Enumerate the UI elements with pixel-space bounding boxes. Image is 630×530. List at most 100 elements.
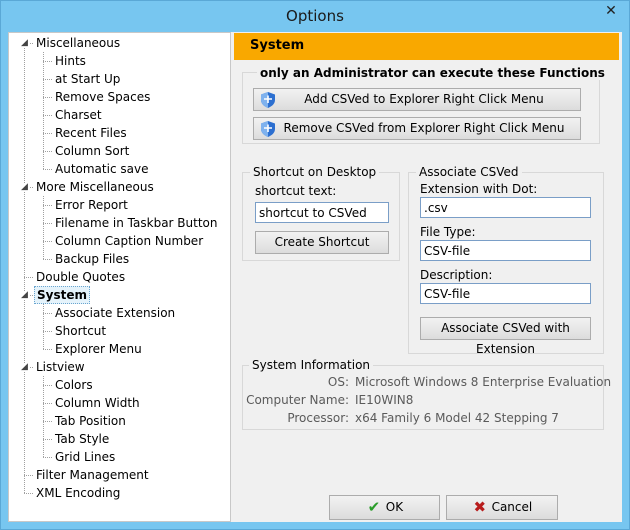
tree-connector-line (43, 385, 52, 386)
shield-icon (261, 121, 275, 137)
tree-item-tab-position[interactable]: Tab Position (53, 412, 128, 430)
extension-input[interactable] (420, 197, 591, 218)
create-shortcut-button[interactable]: Create Shortcut (255, 231, 389, 254)
tree-item-recent-files[interactable]: Recent Files (53, 124, 129, 142)
section-header: System (234, 33, 619, 60)
tree-item-miscellaneous[interactable]: Miscellaneous (34, 34, 122, 52)
associate-extension-button[interactable]: Associate CSVed with Extension (420, 317, 591, 356)
cancel-button[interactable]: ✖ Cancel (446, 495, 558, 520)
os-label: OS: (327, 375, 349, 389)
description-input[interactable] (420, 283, 591, 304)
tree-item-double-quotes[interactable]: Double Quotes (34, 268, 127, 286)
processor-label: Processor: (287, 411, 349, 425)
tree-item-backup-files[interactable]: Backup Files (53, 250, 131, 268)
admin-group: only an Administrator can execute these … (242, 66, 608, 144)
collapse-icon[interactable]: ◢ (20, 39, 29, 48)
system-info-group-label: System Information (249, 358, 374, 372)
tree-child-line (43, 304, 44, 349)
ok-label: OK (385, 500, 404, 514)
tree-connector-line (43, 241, 52, 242)
tree-connector-line (43, 223, 52, 224)
ok-button[interactable]: ✔ OK (329, 495, 440, 520)
associate-group: Associate CSVed Extension with Dot: File… (408, 165, 604, 356)
tree-connector-line (43, 349, 52, 350)
x-icon: ✖ (473, 498, 487, 516)
tree-item-error-report[interactable]: Error Report (53, 196, 130, 214)
system-info-group: System Information OS: Microsoft Windows… (242, 358, 611, 430)
tree-item-tab-style[interactable]: Tab Style (53, 430, 111, 448)
tree-item-explorer-menu[interactable]: Explorer Menu (53, 340, 144, 358)
collapse-icon[interactable]: ◢ (20, 363, 29, 372)
tree-item-listview[interactable]: Listview (34, 358, 87, 376)
tree-item-column-width[interactable]: Column Width (53, 394, 142, 412)
tree-connector-line (43, 421, 52, 422)
tree-connector-line (24, 277, 33, 278)
options-window: Options ✕ Miscellaneous ◢ Hints at Start Up… (0, 0, 630, 530)
computer-name-value: IE10WIN8 (355, 393, 414, 407)
tree-connector-line (43, 457, 52, 458)
add-explorer-menu-label: Add CSVed to Explorer Right Click Menu (304, 92, 544, 106)
check-icon: ✔ (367, 498, 381, 516)
tree-item-more-miscellaneous[interactable]: More Miscellaneous (34, 178, 156, 196)
tree-item-filename-in-taskbar-button[interactable]: Filename in Taskbar Button (53, 214, 220, 232)
shortcut-text-label: shortcut text: (255, 184, 337, 198)
close-button[interactable]: ✕ (599, 2, 623, 21)
tree-item-grid-lines[interactable]: Grid Lines (53, 448, 117, 466)
shield-icon (261, 92, 275, 108)
tree-child-line (43, 376, 44, 457)
tree-item-filter-management[interactable]: Filter Management (34, 466, 151, 484)
file-type-label: File Type: (420, 225, 476, 239)
tree-connector-line (43, 133, 52, 134)
title-bar[interactable]: Options ✕ (1, 1, 629, 32)
tree-connector-line (43, 79, 52, 80)
shortcut-group-label: Shortcut on Desktop (250, 165, 380, 179)
associate-group-label: Associate CSVed (416, 165, 522, 179)
tree-item-column-sort[interactable]: Column Sort (53, 142, 131, 160)
cancel-label: Cancel (491, 500, 533, 514)
window-title: Options (286, 7, 344, 25)
tree-connector-line (43, 439, 52, 440)
tree-connector-line (43, 331, 52, 332)
tree-connector-line (43, 97, 52, 98)
remove-explorer-menu-label: Remove CSVed from Explorer Right Click M… (283, 121, 565, 135)
tree-connector-line (24, 475, 33, 476)
os-value: Microsoft Windows 8 Enterprise Evaluatio… (355, 375, 612, 389)
collapse-icon[interactable]: ◢ (20, 183, 29, 192)
tree-connector-line (43, 169, 52, 170)
shortcut-text-input[interactable] (255, 202, 389, 223)
tree-connector-line (43, 403, 52, 404)
dialog-buttons: ✔ OK ✖ Cancel (234, 492, 622, 522)
tree-item-associate-extension[interactable]: Associate Extension (53, 304, 177, 322)
add-explorer-menu-button[interactable]: Add CSVed to Explorer Right Click Menu (253, 88, 581, 111)
tree-item-at-start-up[interactable]: at Start Up (53, 70, 122, 88)
tree-item-system[interactable]: System (34, 286, 90, 304)
tree-connector-line (43, 205, 52, 206)
tree-connector-line (43, 259, 52, 260)
tree-trunk-line (24, 43, 25, 493)
file-type-input[interactable] (420, 240, 591, 261)
tree-item-column-caption-number[interactable]: Column Caption Number (53, 232, 205, 250)
tree-connector-line (43, 115, 52, 116)
tree-item-xml-encoding[interactable]: XML Encoding (34, 484, 122, 502)
extension-label: Extension with Dot: (420, 182, 538, 196)
tree-connector-line (43, 313, 52, 314)
tree-item-hints[interactable]: Hints (53, 52, 88, 70)
shortcut-group: Shortcut on Desktop shortcut text: Creat… (242, 165, 400, 261)
tree-item-automatic-save[interactable]: Automatic save (53, 160, 150, 178)
remove-explorer-menu-button[interactable]: Remove CSVed from Explorer Right Click M… (253, 117, 581, 140)
description-label: Description: (420, 268, 493, 282)
tree-item-remove-spaces[interactable]: Remove Spaces (53, 88, 152, 106)
client-area: Miscellaneous ◢ Hints at Start Up Remove Spa… (8, 32, 622, 522)
tree-connector-line (24, 493, 33, 494)
options-tree[interactable]: Miscellaneous ◢ Hints at Start Up Remove Spa… (8, 32, 231, 522)
tree-item-charset[interactable]: Charset (53, 106, 104, 124)
tree-item-shortcut[interactable]: Shortcut (53, 322, 108, 340)
collapse-icon[interactable]: ◢ (20, 291, 29, 300)
settings-panel: System only an Administrator can execute… (234, 32, 622, 492)
admin-group-label: only an Administrator can execute these … (257, 66, 608, 80)
tree-item-colors[interactable]: Colors (53, 376, 95, 394)
computer-name-label: Computer Name: (246, 393, 349, 407)
processor-value: x64 Family 6 Model 42 Stepping 7 (355, 411, 559, 425)
tree-connector-line (43, 61, 52, 62)
tree-connector-line (43, 151, 52, 152)
